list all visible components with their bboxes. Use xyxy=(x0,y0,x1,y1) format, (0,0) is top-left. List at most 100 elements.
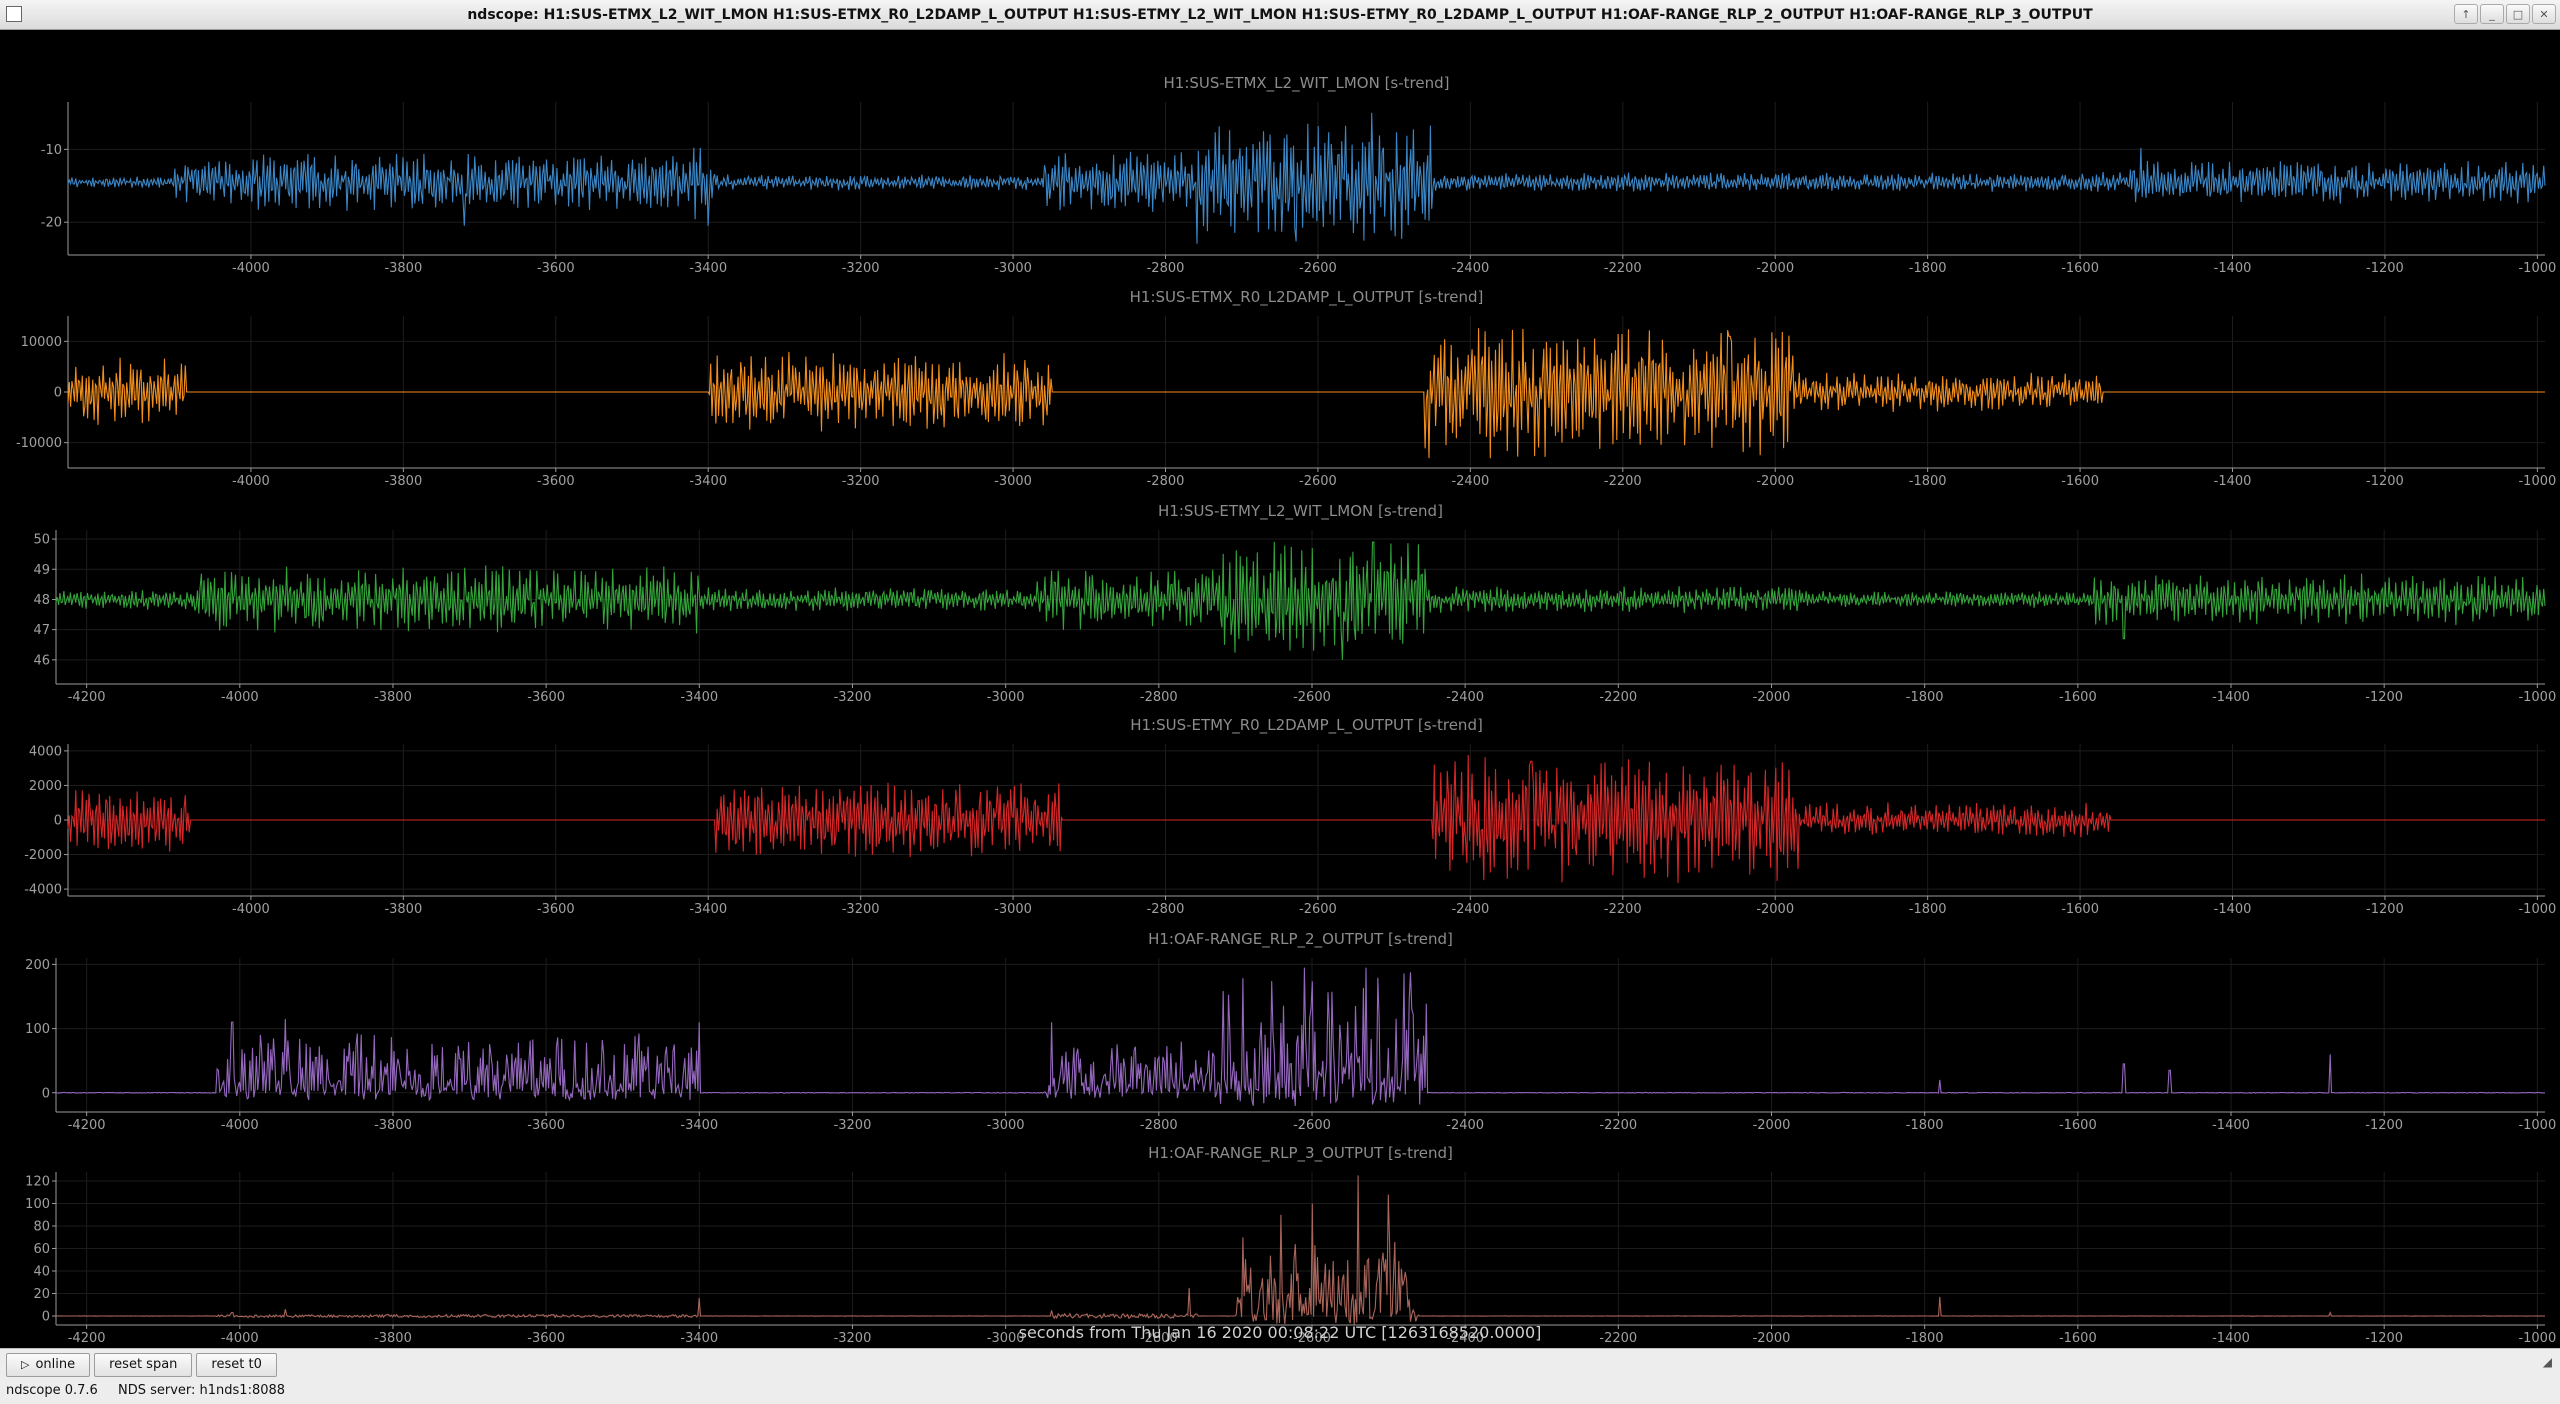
x-tick-label: -3200 xyxy=(834,690,872,705)
x-tick-label: -4200 xyxy=(68,1331,106,1346)
x-tick-label: -1200 xyxy=(2365,690,2403,705)
x-tick-label: -2000 xyxy=(1753,1331,1791,1346)
x-tick-label: -3800 xyxy=(374,690,412,705)
x-tick-label: -2400 xyxy=(1446,1118,1484,1133)
y-tick-label: 100 xyxy=(25,1022,50,1037)
reset-t0-button[interactable]: reset t0 xyxy=(196,1353,277,1377)
x-tick-label: -2800 xyxy=(1140,690,1178,705)
x-tick-label: -3800 xyxy=(384,474,422,489)
resize-grip-icon[interactable]: ◢ xyxy=(2543,1355,2552,1369)
x-tick-label: -3000 xyxy=(994,261,1032,276)
x-tick-label: -1000 xyxy=(2518,902,2556,917)
plot-panel-4[interactable]: H1:SUS-ETMY_R0_L2DAMP_L_OUTPUT [s-trend]… xyxy=(24,716,2556,917)
y-tick-label: 120 xyxy=(25,1175,50,1190)
x-tick-label: -2800 xyxy=(1147,261,1185,276)
x-tick-label: -2000 xyxy=(1756,474,1794,489)
x-tick-label: -2600 xyxy=(1293,690,1331,705)
x-tick-label: -4000 xyxy=(232,474,270,489)
x-tick-label: -3000 xyxy=(987,690,1025,705)
control-buttons: ▷ online reset span reset t0 xyxy=(6,1353,277,1377)
x-tick-label: -3400 xyxy=(680,1118,718,1133)
y-tick-label: 60 xyxy=(33,1242,50,1257)
trace-line xyxy=(55,541,2546,660)
x-tick-label: -1600 xyxy=(2061,474,2099,489)
version-text: ndscope 0.7.6 xyxy=(6,1383,98,1398)
y-tick-label: 4000 xyxy=(29,744,62,759)
x-tick-label: -1800 xyxy=(1906,1118,1944,1133)
minimize-button[interactable]: _ xyxy=(2480,4,2504,24)
x-tick-label: -4000 xyxy=(221,1118,259,1133)
trace-line xyxy=(55,1175,2546,1325)
reset-span-button[interactable]: reset span xyxy=(94,1353,193,1377)
y-tick-label: -4000 xyxy=(24,883,62,898)
y-tick-label: 2000 xyxy=(29,779,62,794)
x-tick-label: -3600 xyxy=(527,1118,565,1133)
plot-panel-2[interactable]: H1:SUS-ETMX_R0_L2DAMP_L_OUTPUT [s-trend]… xyxy=(16,288,2556,489)
y-tick-label: 50 xyxy=(33,533,50,548)
x-tick-label: -2200 xyxy=(1604,261,1642,276)
x-tick-label: -3000 xyxy=(994,474,1032,489)
x-tick-label: -2200 xyxy=(1599,690,1637,705)
x-tick-label: -1400 xyxy=(2212,690,2250,705)
maximize-button[interactable]: □ xyxy=(2506,4,2530,24)
y-tick-label: 46 xyxy=(33,653,50,668)
window-titlebar[interactable]: ndscope: H1:SUS-ETMX_L2_WIT_LMON H1:SUS-… xyxy=(0,0,2560,30)
plot-title: H1:OAF-RANGE_RLP_3_OUTPUT [s-trend] xyxy=(1148,1144,1453,1163)
plot-panel-5[interactable]: H1:OAF-RANGE_RLP_2_OUTPUT [s-trend] -4200… xyxy=(25,930,2556,1133)
x-tick-label: -2200 xyxy=(1604,902,1642,917)
status-bar: ndscope 0.7.6 NDS server: h1nds1:8088 xyxy=(6,1383,301,1398)
x-tick-label: -1600 xyxy=(2061,261,2099,276)
x-tick-label: -3200 xyxy=(834,1118,872,1133)
window-title: ndscope: H1:SUS-ETMX_L2_WIT_LMON H1:SUS-… xyxy=(467,7,2093,23)
nds-server-text: NDS server: h1nds1:8088 xyxy=(117,1383,286,1398)
plot-title: H1:SUS-ETMY_R0_L2DAMP_L_OUTPUT [s-trend] xyxy=(1130,716,1483,735)
plot-panel-6[interactable]: H1:OAF-RANGE_RLP_3_OUTPUT [s-trend] -4200… xyxy=(25,1144,2556,1346)
trace-line xyxy=(67,754,2545,884)
x-tick-label: -1800 xyxy=(1909,261,1947,276)
x-tick-label: -1200 xyxy=(2366,261,2404,276)
close-button[interactable]: ✕ xyxy=(2532,4,2556,24)
x-tick-label: -2800 xyxy=(1140,1118,1178,1133)
x-tick-label: -2000 xyxy=(1753,690,1791,705)
x-tick-label: -1400 xyxy=(2214,474,2252,489)
plot-stack[interactable]: H1:SUS-ETMX_L2_WIT_LMON [s-trend] -4000 -3… xyxy=(0,30,2560,1348)
y-tick-label: 0 xyxy=(54,386,62,401)
x-tick-label: -2400 xyxy=(1446,690,1484,705)
y-tick-label: -2000 xyxy=(24,848,62,863)
y-tick-label: 80 xyxy=(33,1220,50,1235)
x-tick-label: -2400 xyxy=(1451,902,1489,917)
scope-area: H1:SUS-ETMX_L2_WIT_LMON [s-trend] -4000 -3… xyxy=(0,30,2560,1348)
x-tick-label: -1200 xyxy=(2366,902,2404,917)
x-tick-label: -2600 xyxy=(1293,1118,1331,1133)
x-tick-label: -3400 xyxy=(680,690,718,705)
x-tick-label: -3600 xyxy=(537,902,575,917)
x-tick-label: -4000 xyxy=(232,261,270,276)
y-tick-label: 40 xyxy=(33,1265,50,1280)
x-tick-label: -2800 xyxy=(1147,474,1185,489)
x-tick-label: -2400 xyxy=(1451,474,1489,489)
x-tick-label: -1800 xyxy=(1906,1331,1944,1346)
x-tick-label: -3200 xyxy=(842,474,880,489)
plot-title: H1:OAF-RANGE_RLP_2_OUTPUT [s-trend] xyxy=(1148,930,1453,949)
plot-panel-1[interactable]: H1:SUS-ETMX_L2_WIT_LMON [s-trend] -4000 -3… xyxy=(41,74,2557,276)
y-tick-label: 200 xyxy=(25,958,50,973)
x-tick-label: -1400 xyxy=(2212,1331,2250,1346)
online-button[interactable]: ▷ online xyxy=(6,1353,91,1377)
x-tick-label: -4000 xyxy=(221,690,259,705)
bottom-bar: ▷ online reset span reset t0 ndscope 0.7.… xyxy=(0,1348,2560,1404)
shade-button[interactable]: ↑ xyxy=(2454,4,2478,24)
trace-line xyxy=(67,112,2546,244)
x-tick-label: -2200 xyxy=(1599,1118,1637,1133)
x-tick-label: -1000 xyxy=(2518,261,2556,276)
x-tick-label: -1200 xyxy=(2365,1118,2403,1133)
x-tick-label: -4200 xyxy=(68,690,106,705)
x-tick-label: -1600 xyxy=(2059,1118,2097,1133)
x-tick-label: -1400 xyxy=(2214,902,2252,917)
x-tick-label: -2200 xyxy=(1599,1331,1637,1346)
plot-title: H1:SUS-ETMX_L2_WIT_LMON [s-trend] xyxy=(1164,74,1450,93)
x-tick-label: -2400 xyxy=(1451,261,1489,276)
x-tick-label: -4000 xyxy=(232,902,270,917)
y-tick-label: 100 xyxy=(25,1197,50,1212)
x-tick-label: -2600 xyxy=(1299,474,1337,489)
plot-panel-3[interactable]: H1:SUS-ETMY_L2_WIT_LMON [s-trend] -4200 -4… xyxy=(33,502,2556,705)
